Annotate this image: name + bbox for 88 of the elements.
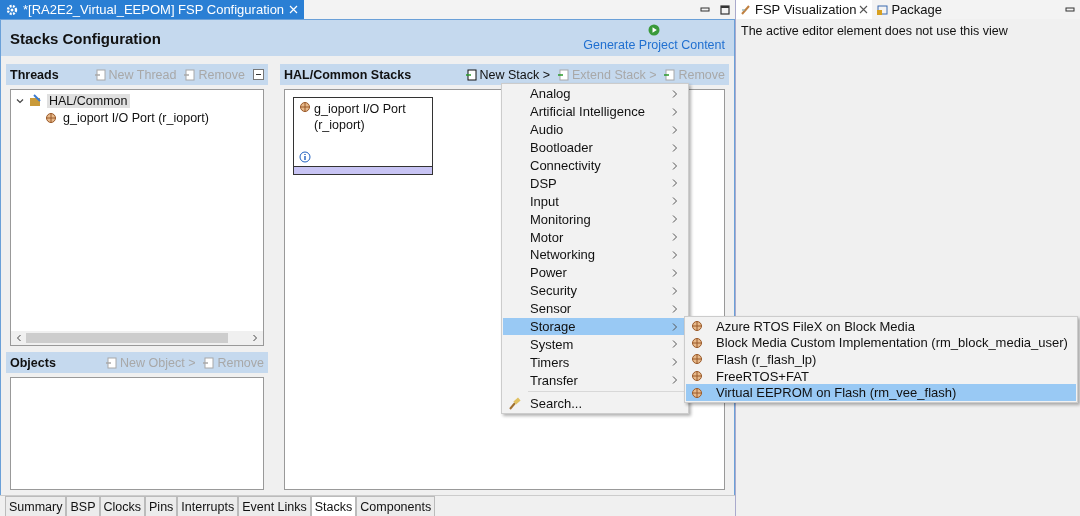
menu-item[interactable]: Monitoring [503, 210, 687, 229]
wand-icon [508, 397, 522, 411]
menu-item[interactable]: Virtual EEPROM on Flash (rm_vee_flash) [686, 384, 1076, 401]
menu-item[interactable]: System [503, 335, 687, 354]
chevron-right-icon [671, 267, 679, 278]
info-icon[interactable] [299, 151, 311, 163]
pencil-icon [740, 3, 752, 16]
folder-icon [29, 94, 43, 107]
menu-item[interactable]: Timers [503, 353, 687, 372]
bottom-tab[interactable]: Stacks [310, 496, 357, 516]
chevron-right-icon [671, 178, 679, 189]
toolbar-button[interactable]: New Stack > [465, 67, 550, 82]
document-icon [558, 68, 569, 81]
document-icon [465, 68, 477, 81]
view-tab[interactable]: Package [872, 0, 946, 19]
menu-item[interactable]: Flash (r_flash_lp) [686, 351, 1076, 368]
bottom-tab[interactable]: Summary [5, 496, 67, 516]
chevron-right-icon [671, 88, 679, 99]
chevron-right-icon [671, 214, 679, 225]
module-icon [691, 386, 703, 399]
module-icon [691, 320, 703, 333]
menu-item[interactable]: Bootloader [503, 138, 687, 157]
document-icon [184, 68, 196, 81]
panel-title: Threads [10, 67, 59, 82]
document-icon [94, 68, 106, 81]
chevron-right-icon [671, 375, 679, 386]
menu-item[interactable]: Analog [503, 85, 687, 103]
menu-item[interactable]: Networking [503, 246, 687, 264]
panel-title: HAL/Common Stacks [284, 67, 412, 82]
module-icon [691, 353, 703, 366]
menu-item[interactable]: Storage [503, 317, 687, 336]
module-icon [299, 101, 311, 113]
chevron-right-icon [671, 303, 679, 314]
bottom-tab[interactable]: Clocks [99, 496, 145, 516]
play-icon [648, 24, 661, 36]
menu-item[interactable]: Audio [503, 120, 687, 139]
menu-item[interactable]: DSP [503, 174, 687, 193]
search-menu-item[interactable]: Search... [503, 394, 687, 413]
module-block[interactable]: g_ioport I/O Port (r_ioport) [293, 97, 433, 175]
chevron-right-icon [671, 285, 679, 296]
menu-item[interactable]: Azure RTOS FileX on Block Media [686, 318, 1076, 335]
chevron-right-icon [671, 321, 679, 332]
collapse-icon[interactable] [253, 69, 264, 80]
document-icon [664, 68, 676, 81]
editor-tab[interactable]: *[RA2E2_Virtual_EEPOM] FSP Configuration [0, 0, 305, 19]
gear-icon [6, 3, 18, 16]
chevron-right-icon [671, 196, 679, 207]
panel-title: Objects [10, 355, 56, 370]
menu-item[interactable]: FreeRTOS+FAT [686, 367, 1076, 385]
chevron-right-icon [671, 142, 679, 153]
bottom-tab[interactable]: Interrupts [177, 496, 239, 516]
menu-item[interactable]: Security [503, 281, 687, 300]
minimize-icon[interactable] [1065, 4, 1075, 15]
menu-item[interactable]: Power [503, 263, 687, 282]
bottom-tab[interactable]: Event Links [238, 496, 311, 516]
module-icon [45, 111, 57, 124]
module-icon [691, 370, 703, 383]
chevron-right-icon [671, 339, 679, 350]
bottom-tab[interactable]: BSP [66, 496, 100, 516]
package-icon [876, 3, 889, 16]
chevron-right-icon [671, 232, 679, 243]
maximize-icon[interactable] [720, 4, 730, 15]
menu-item[interactable]: Block Media Custom Implementation (rm_block_media_user) [686, 334, 1076, 352]
page-title: Stacks Configuration [10, 29, 161, 47]
bottom-tab[interactable]: Pins [145, 496, 178, 516]
bottom-tab[interactable]: Components [356, 496, 436, 516]
chevron-right-icon [671, 357, 679, 368]
menu-item[interactable]: Connectivity [503, 156, 687, 175]
document-icon [106, 356, 118, 369]
chevron-right-icon [671, 124, 679, 135]
chevron-right-icon [671, 249, 679, 260]
tree-item[interactable]: HAL/Common [47, 93, 130, 108]
chevron-right-icon [671, 106, 679, 117]
view-message: The active editor element does not use this view [740, 23, 1009, 40]
menu-item[interactable]: Artificial Intelligence [503, 102, 687, 121]
module-icon [691, 336, 703, 349]
close-icon[interactable] [859, 5, 869, 14]
generate-link[interactable]: Generate Project Content [583, 38, 725, 52]
tree-item[interactable]: g_ioport I/O Port (r_ioport) [61, 110, 211, 125]
view-tab[interactable]: FSP Visualization [736, 0, 873, 19]
document-icon [203, 356, 215, 369]
menu-item[interactable]: Motor [503, 228, 687, 246]
menu-item[interactable]: Input [503, 192, 687, 211]
chevron-right-icon [671, 160, 679, 171]
module-name: g_ioport I/O Port (r_ioport) [314, 101, 407, 133]
menu-item[interactable]: Transfer [503, 371, 687, 390]
minimize-icon[interactable] [700, 4, 710, 15]
menu-item[interactable]: Sensor [503, 299, 687, 318]
